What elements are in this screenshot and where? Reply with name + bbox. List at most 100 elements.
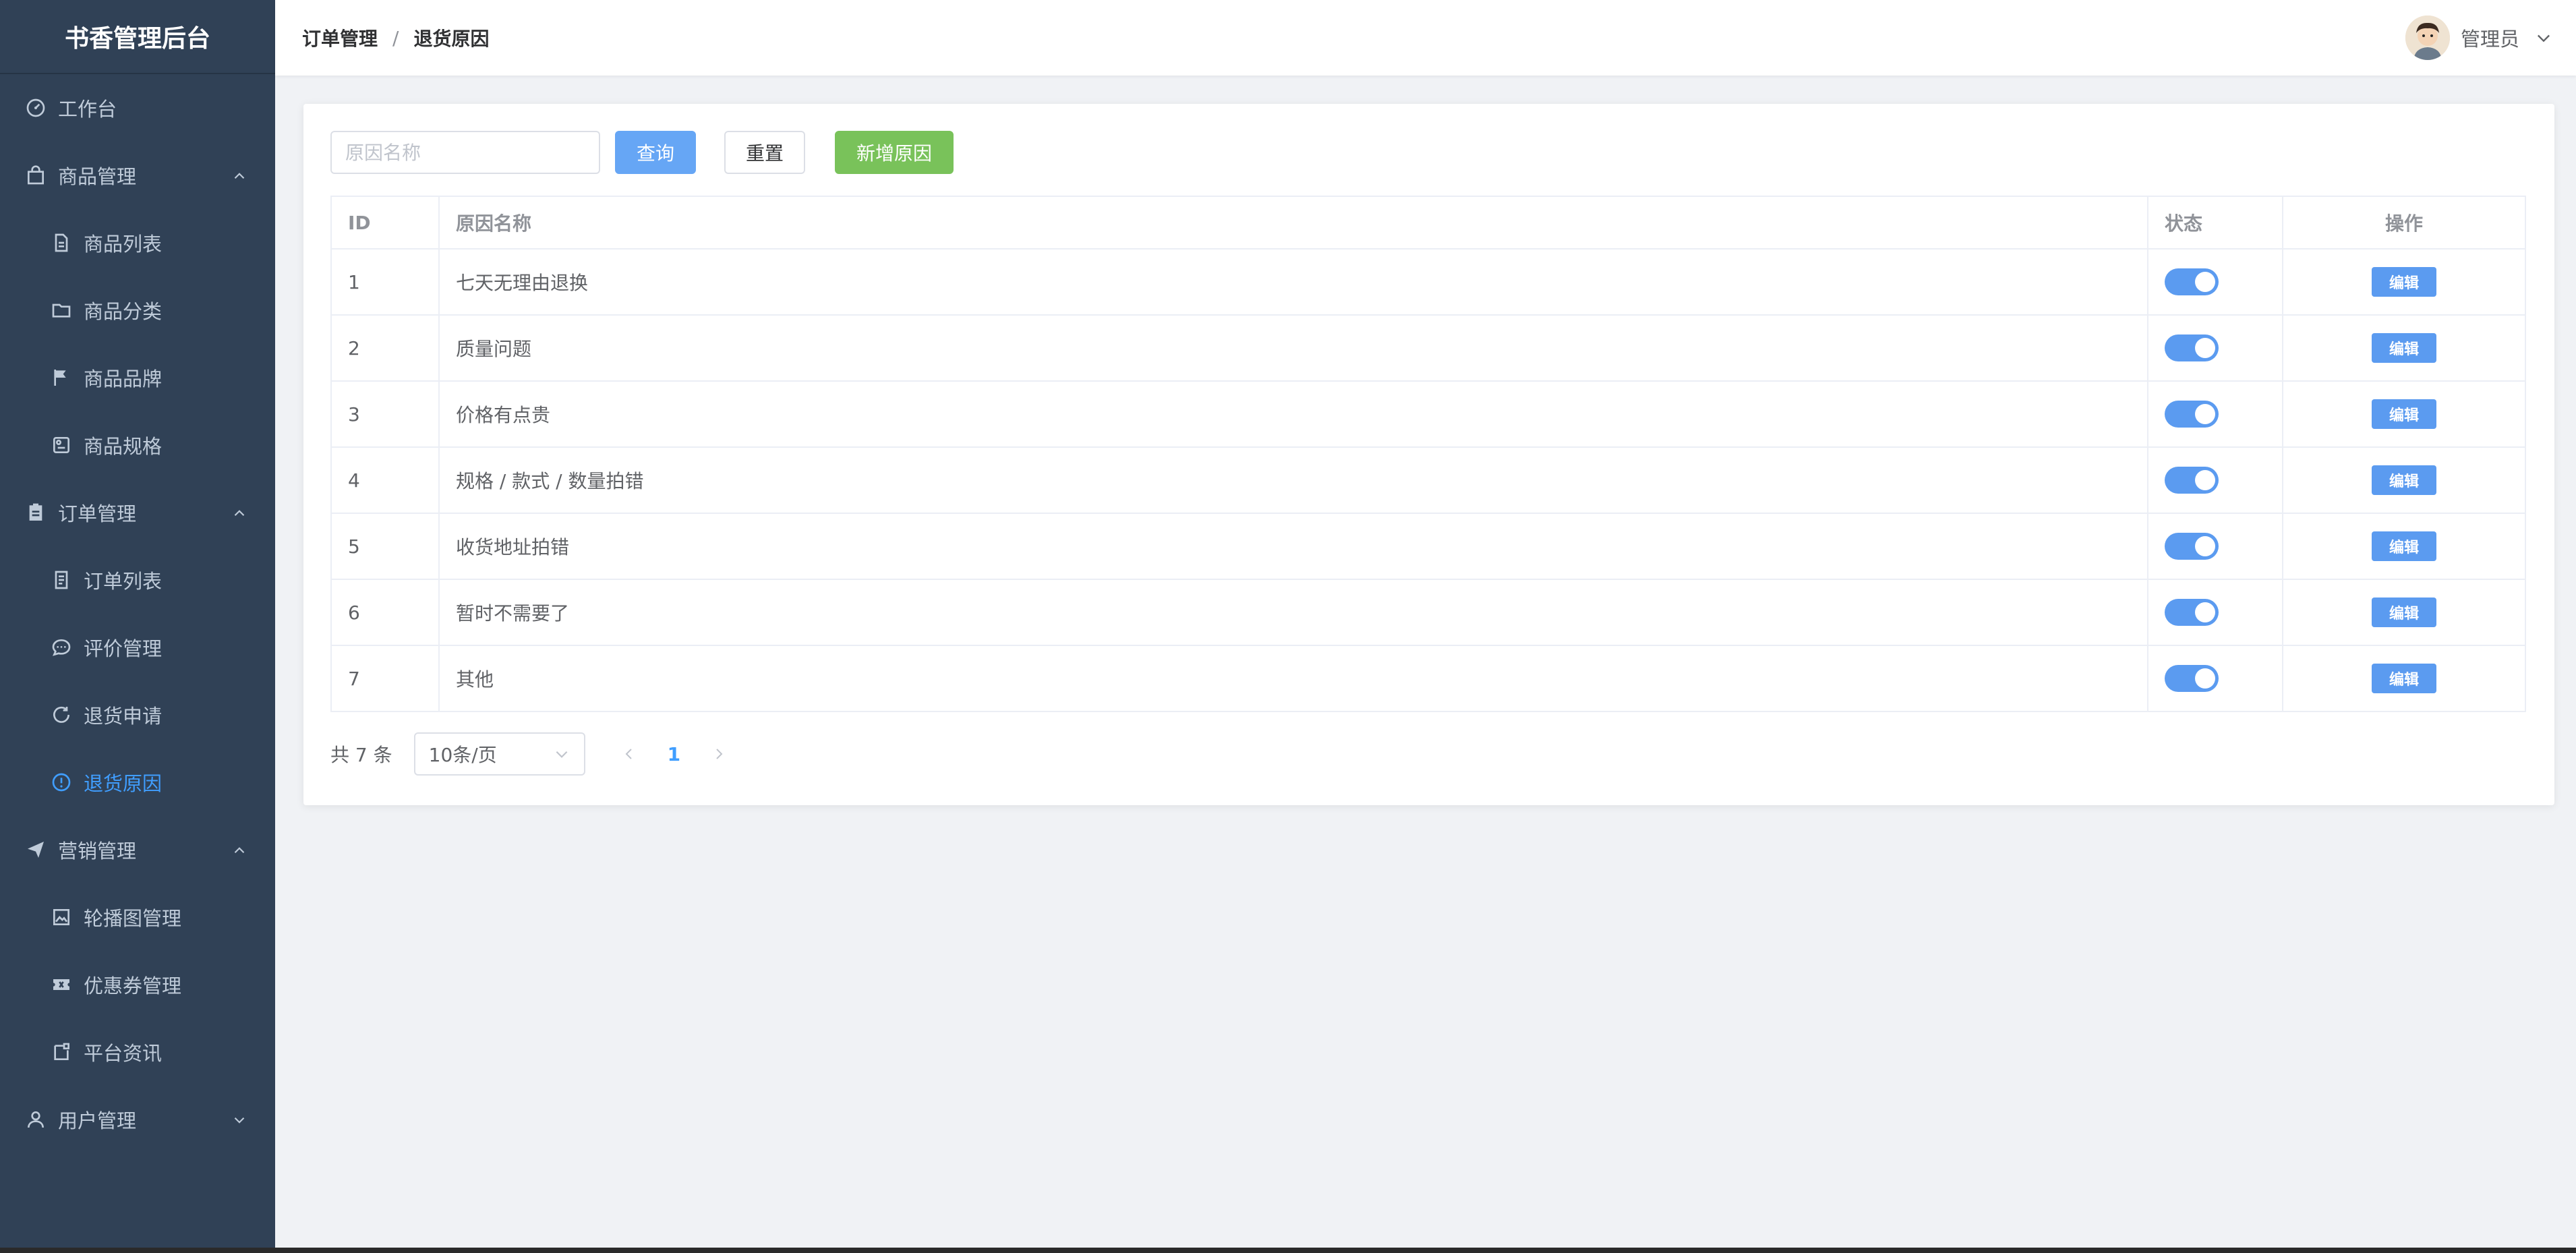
switch-knob [2195,470,2215,490]
cell-reason-name: 规格 / 款式 / 数量拍错 [438,446,2148,514]
query-button[interactable]: 查询 [615,131,696,174]
sidebar-item-10[interactable]: 退货原因 [0,749,275,816]
edit-button[interactable]: 编辑 [2372,399,2436,429]
chevron-down-icon [231,1111,248,1128]
sidebar-item-3[interactable]: 商品分类 [0,276,275,344]
sidebar-item-0[interactable]: 工作台 [0,74,275,142]
switch-knob [2195,272,2215,292]
page-size-select[interactable]: 10条/页 [413,732,585,776]
status-switch[interactable] [2165,533,2219,560]
brand-title: 书香管理后台 [0,0,275,74]
avatar [2405,16,2450,60]
sidebar-item-9[interactable]: 退货申请 [0,681,275,749]
cell-actions: 编辑 [2282,248,2526,316]
edit-button[interactable]: 编辑 [2372,465,2436,495]
status-switch[interactable] [2165,665,2219,692]
folder-icon [50,299,73,322]
sidebar-item-1[interactable]: 商品管理 [0,142,275,209]
cell-id: 5 [330,513,440,580]
sidebar-item-label: 平台资讯 [84,1042,163,1065]
edit-button[interactable]: 编辑 [2372,531,2436,561]
breadcrumb-item-current: 退货原因 [413,28,490,50]
cell-reason-name: 其他 [438,645,2148,712]
cell-actions: 编辑 [2282,380,2526,448]
sidebar-item-8[interactable]: 评价管理 [0,614,275,681]
cell-status [2147,513,2283,580]
sidebar-item-label: 优惠券管理 [84,974,182,997]
column-header-id: ID [330,196,440,250]
sidebar: 书香管理后台 工作台 商品管理 商品列表商品分类商品品牌商品规格订单管理订单列表评价… [0,0,275,1248]
document-icon [50,231,73,254]
cell-status [2147,314,2283,382]
cell-status [2147,579,2283,646]
reason-table: ID 原因名称 状态 操作 1 七天无理由退换 编辑 2 质量问题 编辑 3 价… [330,196,2526,712]
sidebar-item-label: 轮播图管理 [84,907,182,930]
table-body: 1 七天无理由退换 编辑 2 质量问题 编辑 3 价格有点贵 编辑 4 规格 /… [330,248,2526,712]
breadcrumb-item-orders[interactable]: 订单管理 [302,24,378,51]
chevron-up-icon [231,504,248,521]
sidebar-item-label: 用户管理 [58,1109,137,1132]
status-switch[interactable] [2165,467,2219,494]
sidebar-item-15[interactable]: 用户管理 [0,1086,275,1153]
column-header-name: 原因名称 [438,196,2148,250]
sidebar-item-label: 退货申请 [84,705,163,728]
cell-actions: 编辑 [2282,579,2526,646]
table-header-row: ID 原因名称 状态 操作 [330,196,2526,250]
send-icon [24,838,47,861]
sidebar-item-label: 商品规格 [84,435,163,458]
sidebar-item-4[interactable]: 商品品牌 [0,344,275,411]
cell-reason-name: 七天无理由退换 [438,248,2148,316]
edit-button[interactable]: 编辑 [2372,598,2436,627]
chevron-down-icon [2538,34,2550,42]
cell-reason-name: 价格有点贵 [438,380,2148,448]
sidebar-item-12[interactable]: 轮播图管理 [0,883,275,951]
edit-button[interactable]: 编辑 [2372,333,2436,363]
sidebar-item-5[interactable]: 商品规格 [0,411,275,479]
chevron-right-icon [716,749,723,759]
picture-icon [50,906,73,929]
content-card: 查询 重置 新增原因 ID 原因名称 状态 操作 1 七天无理由退换 编辑 2 … [303,104,2554,805]
prev-page-button[interactable] [619,744,639,764]
sidebar-item-7[interactable]: 订单列表 [0,546,275,614]
tickets-icon [50,434,73,457]
switch-knob [2195,404,2215,424]
reset-button[interactable]: 重置 [724,131,805,174]
status-switch[interactable] [2165,334,2219,361]
news-icon [50,1041,73,1063]
cell-id: 1 [330,248,440,316]
cell-status [2147,446,2283,514]
switch-knob [2195,338,2215,358]
sidebar-item-label: 营销管理 [58,840,137,863]
shopping-bag-icon [24,164,47,187]
edit-button[interactable]: 编辑 [2372,267,2436,297]
breadcrumb-separator: / [392,26,399,49]
user-menu[interactable]: 管理员 [2405,0,2553,76]
sidebar-item-label: 评价管理 [84,637,163,660]
ticket-icon [50,973,73,996]
reason-name-input[interactable] [330,131,600,174]
page-number-current[interactable]: 1 [668,743,680,765]
next-page-button[interactable] [709,744,729,764]
sidebar-item-11[interactable]: 营销管理 [0,816,275,883]
edit-button[interactable]: 编辑 [2372,664,2436,693]
cell-reason-name: 收货地址拍错 [438,513,2148,580]
sidebar-item-14[interactable]: 平台资讯 [0,1018,275,1086]
cell-id: 2 [330,314,440,382]
status-switch[interactable] [2165,268,2219,295]
header: 订单管理 / 退货原因 管理员 [275,0,2576,76]
sidebar-item-label: 订单列表 [84,570,163,593]
table-row: 6 暂时不需要了 编辑 [330,579,2526,646]
sidebar-item-13[interactable]: 优惠券管理 [0,951,275,1018]
sidebar-item-label: 商品分类 [84,300,163,323]
add-reason-button[interactable]: 新增原因 [835,131,954,174]
sidebar-item-2[interactable]: 商品列表 [0,209,275,276]
status-switch[interactable] [2165,401,2219,428]
sidebar-item-6[interactable]: 订单管理 [0,479,275,546]
total-count: 共 7 条 [330,744,392,766]
switch-knob [2195,668,2215,689]
cell-actions: 编辑 [2282,446,2526,514]
sidebar-item-label: 退货原因 [84,772,163,795]
status-switch[interactable] [2165,599,2219,626]
column-header-actions: 操作 [2282,196,2526,250]
chevron-left-icon [625,749,632,759]
